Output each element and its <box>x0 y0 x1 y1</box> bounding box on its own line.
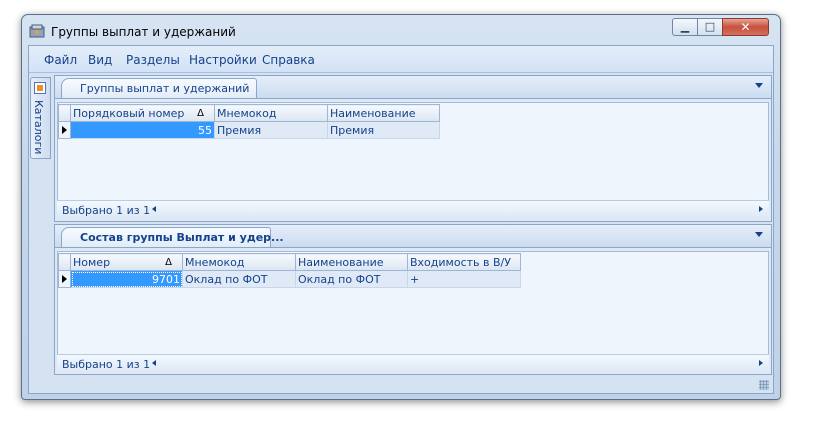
menu-help[interactable]: Справка <box>262 53 315 67</box>
resize-grip-icon[interactable] <box>759 380 769 390</box>
client-area: Файл Вид Разделы Настройки Справка Катал… <box>28 45 774 394</box>
catalog-icon <box>34 82 46 94</box>
col-name[interactable]: Наименование <box>295 253 408 271</box>
cell-name[interactable]: Оклад по ФОТ <box>295 270 408 288</box>
header-row: Номер Δ Мнемокод Наименование Входимость … <box>58 253 521 271</box>
col-mnemocode[interactable]: Мнемокод <box>182 253 296 271</box>
bottom-scrollbar[interactable]: Выбрано 1 из 1 <box>57 354 769 373</box>
cell-mnemocode[interactable]: Премия <box>214 121 328 139</box>
col-mnemocode[interactable]: Мнемокод <box>214 104 328 122</box>
column-label: Порядковый номер <box>73 106 185 120</box>
top-table: Порядковый номер Δ Мнемокод Наименование … <box>58 104 440 139</box>
minimize-icon: ▁ <box>680 20 690 33</box>
row-indicator-header <box>58 253 71 271</box>
col-name[interactable]: Наименование <box>327 104 440 122</box>
main-window: Группы выплат и удержаний ▁ □ ✕ Файл Вид… <box>21 14 781 400</box>
cell-inclusion[interactable]: + <box>407 270 521 288</box>
app-icon <box>29 24 45 38</box>
chevron-down-icon[interactable] <box>755 232 763 237</box>
maximize-icon: □ <box>704 20 716 33</box>
cell-order-number[interactable]: 55 <box>70 121 215 139</box>
menu-bar: Файл Вид Разделы Настройки Справка <box>29 46 773 73</box>
col-number[interactable]: Номер Δ <box>70 253 183 271</box>
window-title: Группы выплат и удержаний <box>51 25 236 39</box>
cell-name[interactable]: Премия <box>327 121 440 139</box>
bottom-panel: Состав группы Выплат и удер... Номер Δ Мн… <box>54 224 772 375</box>
current-row-indicator <box>58 121 71 139</box>
sort-asc-icon: Δ <box>197 108 204 119</box>
table-row[interactable]: 55 Премия Премия <box>58 121 440 139</box>
minimize-button[interactable]: ▁ <box>672 18 698 36</box>
header-row: Порядковый номер Δ Мнемокод Наименование <box>58 104 440 122</box>
maximize-button[interactable]: □ <box>697 18 723 36</box>
scroll-right-icon[interactable] <box>759 206 763 212</box>
scroll-left-icon[interactable] <box>152 360 156 366</box>
col-inclusion[interactable]: Входимость в В/У <box>407 253 521 271</box>
row-indicator-header <box>58 104 71 122</box>
scroll-right-icon[interactable] <box>759 360 763 366</box>
column-label: Номер <box>73 255 111 269</box>
top-panel: Группы выплат и удержаний Порядковый ном… <box>54 75 772 222</box>
cell-mnemocode[interactable]: Оклад по ФОТ <box>182 270 296 288</box>
top-scrollbar[interactable]: Выбрано 1 из 1 <box>57 200 769 219</box>
top-panel-header: Группы выплат и удержаний <box>55 76 771 99</box>
scroll-left-icon[interactable] <box>152 206 156 212</box>
col-order-number[interactable]: Порядковый номер Δ <box>70 104 215 122</box>
close-icon: ✕ <box>740 20 751 34</box>
tab-label: Состав группы Выплат и удер... <box>80 231 284 244</box>
tab-label: Группы выплат и удержаний <box>80 82 250 95</box>
selection-status: Выбрано 1 из 1 <box>62 204 151 217</box>
tab-group-composition[interactable]: Состав группы Выплат и удер... <box>61 227 284 247</box>
row-pointer-icon <box>62 125 67 134</box>
bottom-panel-header: Состав группы Выплат и удер... <box>55 225 771 248</box>
menu-sections[interactable]: Разделы <box>126 53 180 67</box>
menu-file[interactable]: Файл <box>44 53 77 67</box>
table-row[interactable]: 9701 Оклад по ФОТ Оклад по ФОТ + <box>58 270 521 288</box>
cell-number[interactable]: 9701 <box>70 270 183 288</box>
sort-asc-icon: Δ <box>165 257 172 268</box>
close-button[interactable]: ✕ <box>722 18 769 36</box>
title-bar[interactable]: Группы выплат и удержаний ▁ □ ✕ <box>22 15 780 45</box>
row-pointer-icon <box>62 274 67 283</box>
tab-payment-groups[interactable]: Группы выплат и удержаний <box>61 78 257 98</box>
selection-status: Выбрано 1 из 1 <box>62 358 151 371</box>
side-tab-catalogs[interactable]: Каталоги <box>30 77 51 159</box>
bottom-table: Номер Δ Мнемокод Наименование Входимость … <box>58 253 521 288</box>
menu-view[interactable]: Вид <box>88 53 112 67</box>
side-tab-label: Каталоги <box>32 100 45 155</box>
chevron-down-icon[interactable] <box>755 83 763 88</box>
current-row-indicator <box>58 270 71 288</box>
menu-settings[interactable]: Настройки <box>189 53 257 67</box>
